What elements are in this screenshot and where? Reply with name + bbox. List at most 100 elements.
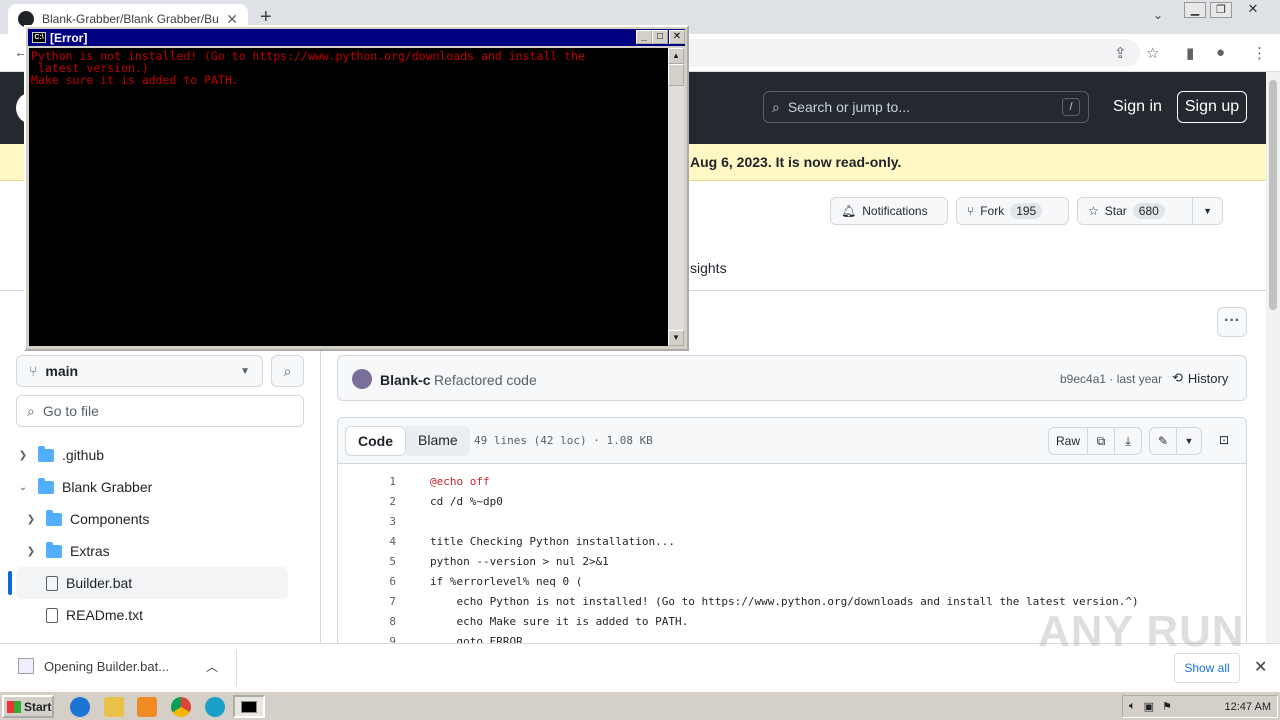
window-restore-button[interactable]: ❐ (1210, 2, 1232, 18)
chevron-right-icon[interactable]: ❯ (24, 546, 38, 557)
show-all-button[interactable]: Show all (1174, 653, 1240, 683)
cmd-taskbar-button[interactable] (233, 695, 265, 718)
console-minimize-button[interactable]: _ (636, 30, 652, 44)
folder-icon (38, 445, 54, 462)
scrollbar-thumb[interactable] (1269, 80, 1277, 310)
edge-icon[interactable] (205, 697, 225, 717)
commit-message[interactable]: Refactored code (434, 372, 537, 388)
chrome-icon[interactable] (171, 697, 191, 717)
chevron-right-icon[interactable]: ❯ (24, 514, 38, 525)
download-item[interactable]: Opening Builder.bat... (18, 658, 169, 674)
download-icon[interactable]: ⤓ (1114, 427, 1142, 455)
download-item-label: Opening Builder.bat... (44, 658, 170, 674)
line-number[interactable]: 3 (338, 512, 396, 532)
tree-item-components[interactable]: ❯ Components (16, 503, 288, 535)
code-line: 4 title Checking Python installation... (338, 532, 1246, 552)
scroll-up-icon[interactable]: ▲ (668, 48, 684, 64)
code-view-switch: Code Blame (345, 426, 470, 456)
star-dropdown-icon[interactable]: ▼ (1192, 198, 1222, 224)
tree-item-readme[interactable]: READme.txt (16, 599, 288, 631)
sign-in-link[interactable]: Sign in (1113, 98, 1162, 116)
code-line: 1 @echo off (338, 472, 1246, 492)
line-number[interactable]: 6 (338, 572, 396, 592)
sidepanel-icon[interactable]: ▮ (1186, 44, 1194, 62)
line-content: echo Python is not installed! (Go to htt… (430, 595, 1139, 608)
tab-title: Blank-Grabber/Blank Grabber/Builder.bat (42, 12, 219, 26)
tree-item-blank-grabber[interactable]: ⌄ Blank Grabber (16, 471, 288, 503)
symbols-panel-icon[interactable]: ⊡ (1210, 427, 1238, 455)
bookmark-star-icon[interactable]: ☆ (1146, 44, 1159, 62)
console-output: Python is not installed! (Go to https://… (29, 48, 668, 346)
tab-insights[interactable]: sights (690, 260, 727, 276)
start-button[interactable]: Start (2, 695, 54, 718)
edit-pencil-icon[interactable]: ✎ (1149, 427, 1177, 455)
tab-search-icon[interactable]: ⌄ (1153, 8, 1163, 22)
line-number[interactable]: 8 (338, 612, 396, 632)
branch-selector[interactable]: ⑂ main ▼ (16, 355, 263, 387)
cmd-icon (241, 701, 257, 713)
search-icon: ⌕ (772, 98, 780, 115)
tab-code[interactable]: Code (345, 426, 406, 456)
windows-taskbar: Start 🔈︎ ▣ ⚑ 12:47 AM (0, 691, 1280, 720)
code-toolbar: Code Blame 49 lines (42 loc) · 1.08 KB R… (338, 418, 1246, 464)
history-button[interactable]: ⟲ History (1172, 370, 1228, 386)
bell-icon: 🔔︎ (841, 204, 857, 218)
commit-author[interactable]: Blank-c (380, 372, 431, 388)
flag-icon[interactable]: ⚑ (1162, 700, 1172, 713)
volume-icon[interactable]: 🔈︎ (1129, 700, 1136, 713)
chevron-right-icon[interactable]: ❯ (16, 450, 30, 461)
tree-item-github[interactable]: ❯ .github (16, 439, 288, 471)
search-input[interactable]: ⌕ Search or jump to... / (763, 91, 1089, 123)
console-close-button[interactable]: ✕ (669, 30, 685, 44)
avatar[interactable] (352, 369, 372, 389)
window-close-button[interactable]: ✕ (1242, 2, 1264, 18)
tree-search-button[interactable]: ⌕ (271, 355, 304, 387)
go-to-file-input[interactable]: ⌕ Go to file (16, 395, 304, 427)
search-placeholder: Search or jump to... (787, 99, 911, 115)
folder-icon (46, 541, 62, 558)
clock[interactable]: 12:47 AM (1225, 701, 1277, 713)
media-player-icon[interactable] (137, 697, 157, 717)
line-content: echo Make sure it is added to PATH. (430, 615, 689, 628)
console-scroll-thumb[interactable] (668, 64, 684, 86)
chevron-down-icon[interactable]: ⌄ (16, 482, 30, 493)
code-line: 5 python --version > nul 2>&1 (338, 552, 1246, 572)
line-number[interactable]: 5 (338, 552, 396, 572)
tree-item-extras[interactable]: ❯ Extras (16, 535, 288, 567)
notifications-button[interactable]: 🔔︎ Notifications (830, 197, 948, 225)
scroll-down-icon[interactable]: ▼ (668, 330, 684, 346)
console-icon: C:\ (32, 32, 46, 43)
file-icon (18, 658, 34, 674)
close-icon[interactable]: ✕ (1254, 657, 1267, 677)
window-minimize-button[interactable]: ▁ (1184, 2, 1206, 18)
page-scrollbar[interactable] (1266, 72, 1280, 643)
raw-button[interactable]: Raw (1048, 427, 1088, 455)
console-titlebar[interactable]: C:\ [Error] _ □ ✕ (28, 29, 685, 46)
network-icon[interactable]: ▣ (1144, 700, 1154, 713)
fork-button[interactable]: ⑂ Fork 195 (956, 197, 1069, 225)
star-label: Star (1104, 204, 1127, 218)
edit-dropdown-icon[interactable]: ▼ (1176, 427, 1202, 455)
sign-up-button[interactable]: Sign up (1177, 91, 1247, 123)
line-number[interactable]: 1 (338, 472, 396, 492)
line-number[interactable]: 4 (338, 532, 396, 552)
chevron-up-icon[interactable]: ︿ (206, 658, 218, 675)
more-options-button[interactable]: ··· (1217, 307, 1247, 337)
copy-icon[interactable]: ⧉ (1087, 427, 1115, 455)
line-number[interactable]: 7 (338, 592, 396, 612)
commit-hash[interactable]: b9ec4a1 · last year (1060, 372, 1162, 386)
tree-item-label: Components (70, 511, 150, 527)
tab-blame[interactable]: Blame (406, 426, 470, 456)
browser-menu-icon[interactable]: ⋮ (1252, 44, 1267, 62)
line-number[interactable]: 2 (338, 492, 396, 512)
chevron-down-icon: ▼ (240, 365, 250, 377)
ie-icon[interactable] (70, 697, 90, 717)
fork-label: Fork (980, 204, 1005, 218)
console-scrollbar[interactable]: ▲ ▼ (668, 48, 684, 346)
tree-item-builder-bat[interactable]: Builder.bat (16, 567, 288, 599)
star-button[interactable]: ☆ Star 680 ▼ (1077, 197, 1223, 225)
explorer-folder-icon[interactable] (104, 697, 124, 717)
profile-avatar-icon[interactable]: ● (1216, 44, 1225, 61)
share-icon[interactable]: ⇪ (1114, 44, 1127, 62)
console-maximize-button[interactable]: □ (652, 30, 668, 44)
